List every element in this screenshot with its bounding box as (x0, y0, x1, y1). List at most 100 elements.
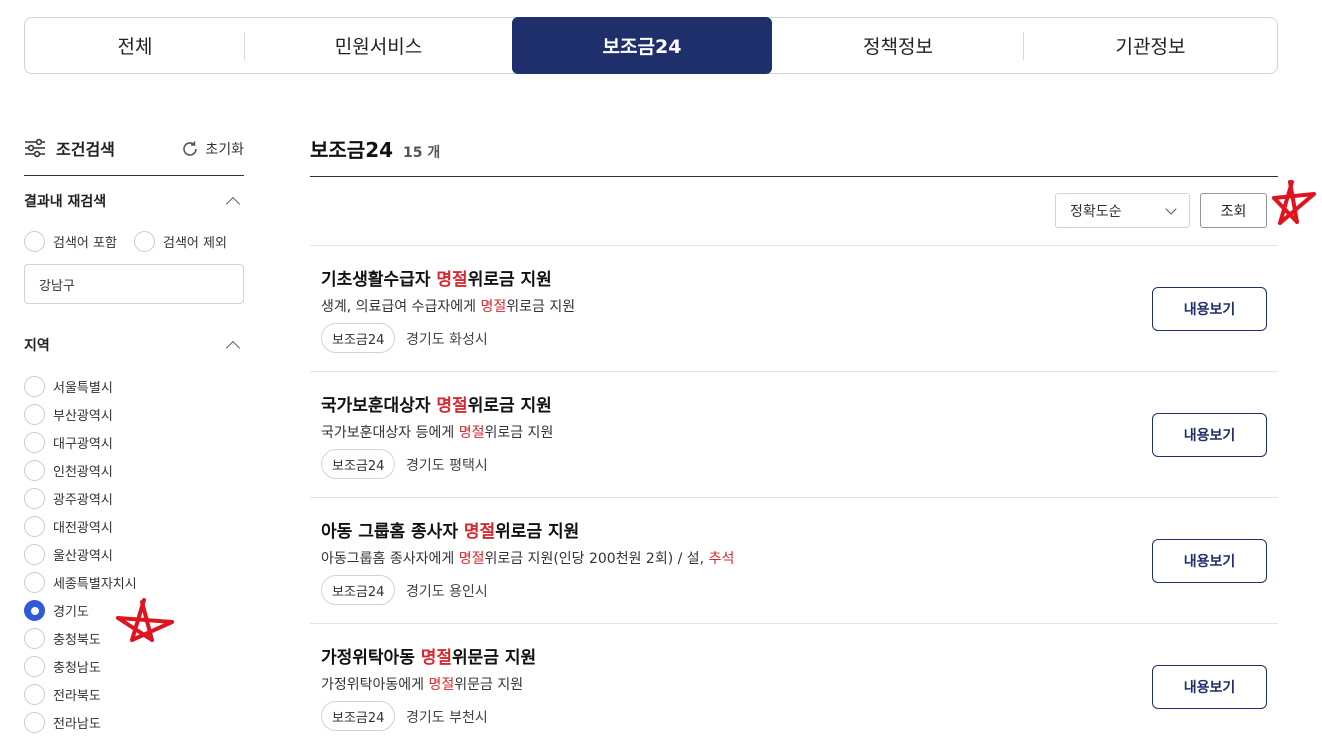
chevron-up-icon (225, 340, 241, 355)
description-text: 위로금 지원(인당 200천원 2회) / 설, (484, 551, 709, 567)
result-card: 국가보훈대상자 명절위로금 지원 국가보훈대상자 등에게 명절위로금 지원 보조금2… (310, 372, 1278, 498)
query-button-label: 조회 (1220, 203, 1247, 220)
reset-button[interactable]: 초기화 (181, 139, 244, 159)
description-text: 생계, 의료급여 수급자에게 (321, 299, 481, 315)
title-text: 기초생활수급자 (321, 270, 437, 290)
description-highlight: 명절 (458, 425, 485, 441)
region-option[interactable]: 인천광역시 (24, 460, 113, 481)
region-option[interactable]: 광주광역시 (24, 488, 113, 509)
result-title[interactable]: 국가보훈대상자 명절위로금 지원 (321, 391, 552, 416)
description-highlight: 명절 (480, 299, 507, 315)
research-input[interactable]: 강남구 (24, 264, 244, 304)
region-radio[interactable] (24, 404, 45, 425)
include-keyword-option[interactable]: 검색어 포함 (24, 231, 117, 252)
tab-label: 전체 (117, 36, 153, 58)
region-label: 충청남도 (53, 661, 101, 676)
refresh-icon (183, 141, 198, 156)
sort-select[interactable]: 정확도순 (1055, 193, 1190, 228)
title-text: 위문금 지원 (452, 648, 537, 668)
tab-label: 정책정보 (863, 36, 933, 58)
result-description: 아동그룹홈 종사자에게 명절위로금 지원(인당 200천원 2회) / 설, 추… (321, 548, 734, 568)
region-label: 전라남도 (53, 717, 101, 732)
region-label: 부산광역시 (53, 409, 113, 424)
region-heading: 지역 (24, 338, 50, 354)
region-radio[interactable] (24, 376, 45, 397)
radio-exclude[interactable] (134, 231, 155, 252)
region-label: 경기도 (53, 605, 89, 620)
radio-include[interactable] (24, 231, 45, 252)
region-radio[interactable] (24, 572, 45, 593)
result-title[interactable]: 아동 그룹홈 종사자 명절위로금 지원 (321, 517, 579, 542)
region-label: 인천광역시 (53, 465, 113, 480)
result-description: 생계, 의료급여 수급자에게 명절위로금 지원 (321, 296, 575, 316)
region-section-header[interactable]: 지역 (24, 335, 244, 355)
region-radio[interactable] (24, 600, 45, 621)
region-label: 대구광역시 (53, 437, 113, 452)
research-section-header[interactable]: 결과내 재검색 (24, 191, 244, 211)
result-description: 국가보훈대상자 등에게 명절위로금 지원 (321, 422, 553, 442)
region-radio[interactable] (24, 460, 45, 481)
region-radio[interactable] (24, 684, 45, 705)
tab-civil-service[interactable]: 민원서비스 (245, 18, 512, 73)
title-highlight: 명절 (436, 270, 468, 290)
region-radio[interactable] (24, 432, 45, 453)
annotation-star-icon (116, 598, 174, 642)
region-radio[interactable] (24, 656, 45, 677)
view-details-button[interactable]: 내용보기 (1152, 287, 1267, 331)
region-option[interactable]: 대구광역시 (24, 432, 113, 453)
tab-all[interactable]: 전체 (25, 18, 245, 73)
title-text: 가정위탁아동 (321, 648, 421, 668)
region-option[interactable]: 전라북도 (24, 684, 101, 705)
view-details-button[interactable]: 내용보기 (1152, 539, 1267, 583)
sidebar-header: 조건검색 초기화 (24, 136, 244, 176)
title-text: 위로금 지원 (495, 522, 580, 542)
view-details-button[interactable]: 내용보기 (1152, 413, 1267, 457)
region-radio[interactable] (24, 488, 45, 509)
view-details-button[interactable]: 내용보기 (1152, 665, 1267, 709)
region-option[interactable]: 충청북도 (24, 628, 101, 649)
result-title[interactable]: 기초생활수급자 명절위로금 지원 (321, 265, 552, 290)
region-option[interactable]: 전라남도 (24, 712, 101, 733)
result-title[interactable]: 가정위탁아동 명절위문금 지원 (321, 643, 536, 668)
region-radio[interactable] (24, 516, 45, 537)
result-location: 경기도 평택시 (406, 458, 488, 474)
region-radio[interactable] (24, 544, 45, 565)
tab-agency-info[interactable]: 기관정보 (1024, 18, 1277, 73)
title-highlight: 명절 (436, 396, 468, 416)
query-button[interactable]: 조회 (1200, 193, 1267, 228)
results-count: 15 개 (403, 145, 441, 161)
tab-label: 보조금24 (602, 36, 682, 58)
filter-title: 조건검색 (24, 136, 115, 160)
region-label: 충청북도 (53, 633, 101, 648)
research-heading: 결과내 재검색 (24, 194, 107, 210)
region-radio[interactable] (24, 628, 45, 649)
exclude-keyword-option[interactable]: 검색어 제외 (134, 231, 227, 252)
region-option[interactable]: 부산광역시 (24, 404, 113, 425)
title-text: 아동 그룹홈 종사자 (321, 522, 464, 542)
region-label: 울산광역시 (53, 549, 113, 564)
result-location: 경기도 부천시 (406, 710, 488, 726)
tab-label: 민원서비스 (334, 36, 423, 58)
top-tabs: 전체 민원서비스 보조금24 정책정보 기관정보 (24, 17, 1278, 74)
region-option[interactable]: 대전광역시 (24, 516, 113, 537)
tab-label: 기관정보 (1115, 36, 1186, 58)
description-text: 아동그룹홈 종사자에게 (321, 551, 459, 567)
description-highlight: 추석 (708, 551, 735, 567)
region-option[interactable]: 울산광역시 (24, 544, 113, 565)
region-option[interactable]: 서울특별시 (24, 376, 113, 397)
region-label: 서울특별시 (53, 381, 113, 396)
include-label: 검색어 포함 (53, 236, 117, 251)
description-text: 국가보훈대상자 등에게 (321, 425, 459, 441)
divider (310, 176, 1278, 177)
tab-policy-info[interactable]: 정책정보 (772, 18, 1024, 73)
title-text: 위로금 지원 (467, 270, 552, 290)
chevron-down-icon (1165, 202, 1177, 215)
results-title: 보조금24 (310, 138, 394, 162)
reset-label: 초기화 (205, 142, 244, 158)
region-option[interactable]: 충청남도 (24, 656, 101, 677)
region-radio[interactable] (24, 712, 45, 733)
tab-subsidy24[interactable]: 보조금24 (512, 17, 772, 74)
region-option[interactable]: 경기도 (24, 600, 89, 621)
region-option[interactable]: 세종특별자치시 (24, 572, 137, 593)
description-text: 위로금 지원 (484, 425, 554, 441)
